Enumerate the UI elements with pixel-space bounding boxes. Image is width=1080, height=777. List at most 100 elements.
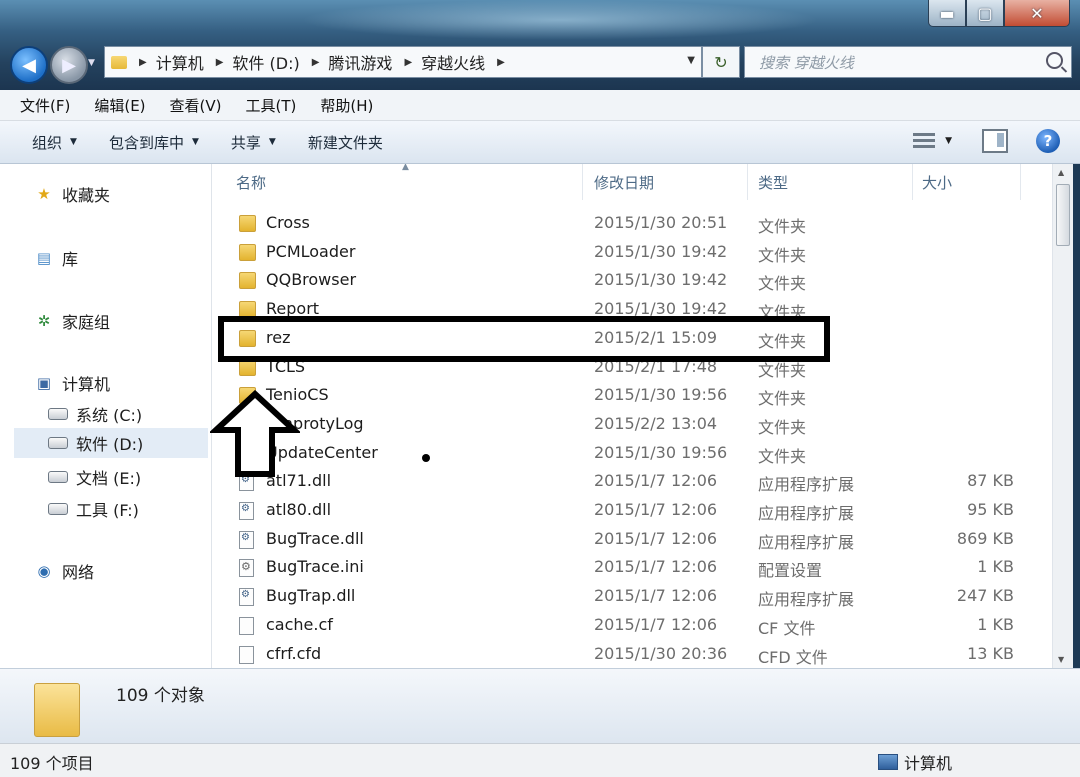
file-modified-date: 2015/1/30 19:42	[594, 270, 728, 290]
file-modified-date: 2015/1/7 12:06	[594, 614, 718, 634]
ini-icon	[239, 559, 254, 578]
close-button[interactable]: ✕	[1004, 0, 1070, 27]
menu-file[interactable]: 文件(F)	[20, 95, 70, 116]
details-pane: 109 个对象	[0, 668, 1080, 743]
sidebar-item-drive-f[interactable]: 工具 (F:)	[48, 497, 139, 521]
sidebar-item-drive-e[interactable]: 文档 (E:)	[48, 465, 141, 489]
column-divider[interactable]	[912, 164, 913, 200]
breadcrumb-arrow-icon[interactable]: ▶	[404, 57, 412, 68]
address-bar[interactable]: ▶ 计算机 ▶ 软件 (D:) ▶ 腾讯游戏 ▶ 穿越火线 ▶ ▼	[104, 46, 702, 78]
file-name: PCMLoader	[266, 241, 356, 261]
column-header-date[interactable]: 修改日期	[594, 164, 744, 200]
share-button[interactable]: 共享 ▼	[231, 132, 276, 153]
breadcrumb-computer[interactable]: 计算机	[156, 50, 204, 74]
navigation-pane: ★ 收藏夹 ▤ 库 ✲ 家庭组 ▣ 计算机 系统 (C:) 软件 (D:) 文档…	[0, 164, 212, 668]
sidebar-item-homegroup[interactable]: ✲ 家庭组	[34, 309, 110, 333]
file-name: Cross	[266, 213, 310, 232]
breadcrumb-arrow-icon[interactable]: ▶	[497, 57, 505, 68]
menu-tools[interactable]: 工具(T)	[246, 95, 297, 116]
sidebar-item-label: 库	[62, 250, 79, 269]
file-type: 配置设置	[758, 561, 823, 581]
scroll-up-icon[interactable]: ▲	[1058, 168, 1064, 177]
preview-pane-icon[interactable]	[982, 129, 1008, 153]
breadcrumb-tencent-games[interactable]: 腾讯游戏	[328, 50, 392, 74]
sidebar-item-network[interactable]: ◉ 网络	[34, 559, 94, 583]
file-row[interactable]: TenprotyLog 2015/2/2 13:04 文件夹	[212, 410, 1052, 439]
new-folder-button[interactable]: 新建文件夹	[308, 132, 383, 153]
chevron-down-icon[interactable]: ▼	[945, 136, 952, 146]
file-row[interactable]: atl80.dll 2015/1/7 12:06 应用程序扩展 95 KB	[212, 496, 1052, 525]
breadcrumb-arrow-icon[interactable]: ▶	[312, 57, 320, 68]
file-row[interactable]: UpdateCenter 2015/1/30 19:56 文件夹	[212, 439, 1052, 468]
help-icon[interactable]: ?	[1036, 129, 1060, 153]
include-in-library-button[interactable]: 包含到库中 ▼	[109, 132, 199, 153]
file-row[interactable]: Cross 2015/1/30 20:51 文件夹	[212, 209, 1052, 238]
file-name: QQBrowser	[266, 270, 357, 290]
sidebar-item-drive-c[interactable]: 系统 (C:)	[48, 402, 142, 426]
sidebar-item-label: 家庭组	[62, 313, 111, 332]
address-dropdown-icon[interactable]: ▼	[687, 55, 695, 66]
sidebar-item-libraries[interactable]: ▤ 库	[34, 246, 78, 270]
file-name: BugTrace.ini	[266, 557, 364, 577]
file-name: cfrf.cfd	[266, 643, 322, 663]
file-type: 文件夹	[758, 417, 807, 437]
sidebar-item-drive-d[interactable]: 软件 (D:)	[14, 428, 208, 458]
file-row[interactable]: BugTrap.dll 2015/1/7 12:06 应用程序扩展 247 KB	[212, 582, 1052, 611]
file-size: 1 KB	[977, 557, 1014, 577]
column-header-type[interactable]: 类型	[758, 164, 908, 200]
sidebar-item-label: 系统 (C:)	[76, 406, 143, 425]
search-icon[interactable]	[1046, 52, 1063, 69]
vertical-scrollbar[interactable]: ▲ ▼	[1052, 164, 1073, 668]
breadcrumb-drive-d[interactable]: 软件 (D:)	[232, 50, 299, 74]
column-divider[interactable]	[1020, 164, 1021, 200]
sidebar-item-label: 工具 (F:)	[76, 501, 139, 520]
file-type: 文件夹	[758, 389, 807, 409]
file-row[interactable]: BugTrace.ini 2015/1/7 12:06 配置设置 1 KB	[212, 553, 1052, 582]
file-size: 13 KB	[967, 643, 1014, 663]
change-view-icon[interactable]	[913, 132, 936, 150]
sidebar-item-label: 收藏夹	[62, 186, 111, 205]
file-modified-date: 2015/1/7 12:06	[594, 557, 718, 577]
library-icon: ▤	[36, 249, 52, 267]
sidebar-item-favorites[interactable]: ★ 收藏夹	[34, 182, 110, 206]
breadcrumb-arrow-icon[interactable]: ▶	[216, 57, 224, 68]
share-label: 共享	[230, 133, 261, 152]
column-header-size[interactable]: 大小	[922, 164, 1022, 200]
file-modified-date: 2015/1/7 12:06	[594, 500, 718, 519]
column-divider[interactable]	[582, 164, 583, 200]
menu-help[interactable]: 帮助(H)	[320, 95, 373, 116]
menu-view[interactable]: 查看(V)	[170, 95, 222, 116]
scroll-down-icon[interactable]: ▼	[1058, 655, 1064, 664]
recent-pages-dropdown-icon[interactable]: ▼	[88, 58, 95, 68]
file-row[interactable]: TenioCS 2015/1/30 19:56 文件夹	[212, 381, 1052, 410]
file-row[interactable]: PCMLoader 2015/1/30 19:42 文件夹	[212, 238, 1052, 267]
menu-edit[interactable]: 编辑(E)	[94, 95, 145, 116]
minimize-button[interactable]: ▬	[928, 0, 966, 27]
file-row[interactable]: cfrf.cfd 2015/1/30 20:36 CFD 文件 13 KB	[212, 640, 1052, 669]
file-row[interactable]: cache.cf 2015/1/7 12:06 CF 文件 1 KB	[212, 611, 1052, 640]
folder-icon	[239, 215, 256, 232]
refresh-button[interactable]: ↻	[702, 46, 740, 78]
file-size: 95 KB	[967, 500, 1014, 519]
file-type: 应用程序扩展	[758, 532, 855, 552]
column-header-name[interactable]: 名称	[236, 164, 576, 200]
file-row[interactable]: BugTrace.dll 2015/1/7 12:06 应用程序扩展 869 KB	[212, 525, 1052, 554]
forward-button[interactable]: ▶	[50, 46, 88, 84]
title-bar: ▬ ▢ ✕ ◀ ▶ ▼ ▶ 计算机 ▶ 软件 (D:) ▶ 腾讯游戏 ▶ 穿越火…	[0, 0, 1080, 90]
file-row[interactable]: QQBrowser 2015/1/30 19:42 文件夹	[212, 266, 1052, 295]
back-button[interactable]: ◀	[10, 46, 48, 84]
status-location-label: 计算机	[904, 754, 953, 773]
column-divider[interactable]	[747, 164, 748, 200]
organize-button[interactable]: 组织 ▼	[32, 132, 77, 153]
file-list: ▲ 名称 修改日期 类型 大小 Cross 2015/1/30 20:51 文件夹 P…	[212, 164, 1052, 668]
file-type: 文件夹	[758, 217, 807, 236]
scrollbar-thumb[interactable]	[1056, 184, 1070, 246]
search-input[interactable]: 搜索 穿越火线	[744, 46, 1072, 78]
drive-icon	[48, 405, 68, 423]
breadcrumb-crossfire[interactable]: 穿越火线	[421, 50, 485, 74]
file-row[interactable]: atl71.dll2015/1/7 12:06应用程序扩展87 KB	[212, 467, 1052, 496]
file-name: atl80.dll	[266, 500, 332, 519]
sidebar-item-computer[interactable]: ▣ 计算机	[34, 371, 110, 395]
maximize-button[interactable]: ▢	[966, 0, 1004, 27]
breadcrumb-arrow-icon[interactable]: ▶	[139, 57, 147, 68]
